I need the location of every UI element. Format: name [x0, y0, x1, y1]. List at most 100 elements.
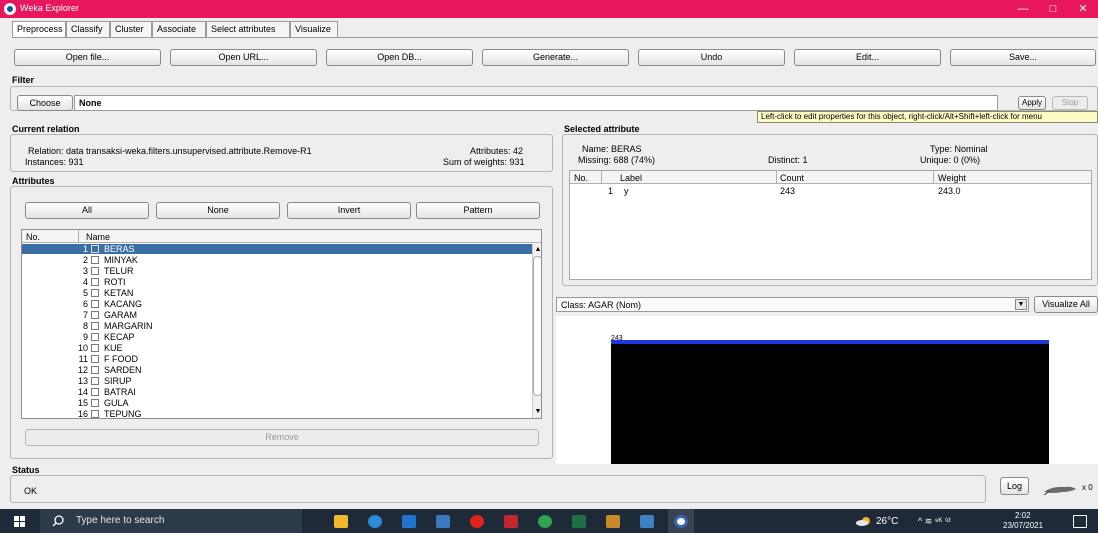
windows-start-icon[interactable]	[14, 516, 25, 527]
apply-filter-button[interactable]: Apply	[1018, 96, 1046, 110]
open-db-button[interactable]: Open DB...	[326, 49, 473, 66]
selected-attribute-name: Name: BERAS	[582, 144, 642, 154]
attribute-row-tepung[interactable]: 16 TEPUNG	[22, 409, 532, 419]
attribute-checkbox[interactable]	[91, 322, 99, 330]
attribute-row-f-food[interactable]: 11 F FOOD	[22, 354, 532, 364]
attribute-name: F FOOD	[104, 354, 138, 364]
select-none-button[interactable]: None	[156, 202, 280, 219]
attribute-checkbox[interactable]	[91, 267, 99, 275]
sum-of-weights: Sum of weights: 931	[443, 157, 525, 167]
status-section-title: Status	[12, 465, 40, 475]
edit-button[interactable]: Edit...	[794, 49, 941, 66]
undo-button[interactable]: Undo	[638, 49, 785, 66]
open-file-button[interactable]: Open file...	[14, 49, 161, 66]
scrollbar-thumb[interactable]	[533, 256, 541, 396]
mail-icon[interactable]	[402, 515, 416, 528]
excel-icon[interactable]	[572, 515, 586, 528]
filter-config-field[interactable]: None	[74, 95, 998, 111]
attribute-row-sarden[interactable]: 12 SARDEN	[22, 365, 532, 375]
class-attribute-select[interactable]: Class: AGAR (Nom) ▼	[556, 297, 1029, 312]
attribute-list-scrollbar[interactable]: ▲ ▼	[532, 244, 541, 418]
attribute-checkbox[interactable]	[91, 388, 99, 396]
maximize-button[interactable]: □	[1038, 0, 1068, 18]
instances-count: Instances: 931	[25, 157, 84, 167]
table-row[interactable]: 1 y 243 243.0	[570, 185, 1091, 196]
pattern-select-button[interactable]: Pattern	[416, 202, 540, 219]
system-tray-icons[interactable]: ^ ≋ ⁹ᴷ ⁽ᵈ	[918, 516, 951, 527]
row-weight: 243.0	[938, 186, 961, 196]
log-button[interactable]: Log	[1000, 477, 1029, 495]
attribute-row-kacang[interactable]: 6 KACANG	[22, 299, 532, 309]
taskbar-search-box[interactable]: Type here to search	[40, 509, 302, 533]
row-count: 243	[780, 186, 796, 196]
attribute-checkbox[interactable]	[91, 311, 99, 319]
attribute-checkbox[interactable]	[91, 355, 99, 363]
choose-filter-button[interactable]: Choose	[17, 95, 73, 111]
edge-browser-icon[interactable]	[368, 515, 382, 528]
selected-attribute-missing: Missing: 688 (74%)	[578, 155, 656, 165]
tab-preprocess[interactable]: Preprocess	[12, 21, 66, 38]
attribute-checkbox[interactable]	[91, 344, 99, 352]
current-relation-title: Current relation	[12, 124, 80, 134]
selected-attribute-distinct: Distinct: 1	[768, 155, 808, 165]
label-stats-table[interactable]: No. Label Count Weight 1 y 243 243.0	[569, 170, 1092, 280]
clock-time[interactable]: 2:02	[1015, 511, 1031, 520]
scroll-down-arrow-icon[interactable]: ▼	[534, 408, 541, 416]
tab-classify[interactable]: Classify	[66, 21, 110, 38]
app-icon[interactable]	[504, 515, 518, 528]
attribute-name: MINYAK	[104, 255, 138, 265]
tab-select-attributes[interactable]: Select attributes	[206, 21, 290, 38]
tab-visualize[interactable]: Visualize	[290, 21, 338, 38]
attribute-name: KACANG	[104, 299, 143, 309]
scroll-up-arrow-icon[interactable]: ▲	[534, 246, 541, 254]
app-icon[interactable]	[606, 515, 620, 528]
attribute-number: 12	[77, 365, 88, 375]
attribute-checkbox[interactable]	[91, 366, 99, 374]
file-explorer-icon[interactable]	[334, 515, 348, 528]
attribute-row-kue[interactable]: 10 KUE	[22, 343, 532, 353]
attribute-checkbox[interactable]	[91, 289, 99, 297]
attribute-checkbox[interactable]	[91, 410, 99, 418]
attribute-row-garam[interactable]: 7 GARAM	[22, 310, 532, 320]
attribute-checkbox[interactable]	[91, 245, 99, 253]
opera-icon[interactable]	[470, 515, 484, 528]
attribute-row-batrai[interactable]: 14 BATRAI	[22, 387, 532, 397]
attribute-checkbox[interactable]	[91, 256, 99, 264]
tab-associate[interactable]: Associate	[152, 21, 206, 38]
attribute-name: BATRAI	[104, 387, 136, 397]
attribute-list[interactable]: No. Name 1 BERAS 2 MINYAK 3 TELUR 4 ROTI 5 KETAN 6…	[21, 229, 542, 419]
attribute-row-ketan[interactable]: 5 KETAN	[22, 288, 532, 298]
photos-icon[interactable]	[640, 515, 654, 528]
attribute-row-telur[interactable]: 3 TELUR	[22, 266, 532, 276]
attribute-checkbox[interactable]	[91, 399, 99, 407]
attribute-row-sirup[interactable]: 13 SIRUP	[22, 376, 532, 386]
generate-button[interactable]: Generate...	[482, 49, 629, 66]
attribute-number: 16	[77, 409, 88, 419]
notifications-icon[interactable]	[1073, 515, 1087, 528]
select-all-button[interactable]: All	[25, 202, 149, 219]
attribute-checkbox[interactable]	[91, 278, 99, 286]
attribute-row-gula[interactable]: 15 GULA	[22, 398, 532, 408]
attribute-row-beras[interactable]: 1 BERAS	[22, 244, 532, 254]
store-icon[interactable]	[436, 515, 450, 528]
chevron-down-icon[interactable]: ▼	[1015, 299, 1027, 310]
tab-cluster[interactable]: Cluster	[110, 21, 152, 38]
invert-selection-button[interactable]: Invert	[287, 202, 411, 219]
attribute-row-roti[interactable]: 4 ROTI	[22, 277, 532, 287]
stop-filter-button: Stop	[1052, 96, 1088, 110]
attribute-checkbox[interactable]	[91, 333, 99, 341]
clock-date[interactable]: 23/07/2021	[1003, 521, 1043, 530]
minimize-button[interactable]: —	[1008, 0, 1038, 18]
visualize-all-button[interactable]: Visualize All	[1034, 296, 1098, 313]
attribute-checkbox[interactable]	[91, 300, 99, 308]
save-button[interactable]: Save...	[950, 49, 1096, 66]
attribute-row-minyak[interactable]: 2 MINYAK	[22, 255, 532, 265]
attribute-checkbox[interactable]	[91, 377, 99, 385]
status-text: OK	[24, 486, 38, 496]
attribute-row-margarin[interactable]: 8 MARGARIN	[22, 321, 532, 331]
title-bar: Weka Explorer — □ ✕	[0, 0, 1098, 18]
chrome-icon[interactable]	[538, 515, 552, 528]
open-url-button[interactable]: Open URL...	[170, 49, 317, 66]
close-button[interactable]: ✕	[1068, 0, 1098, 18]
attribute-row-kecap[interactable]: 9 KECAP	[22, 332, 532, 342]
